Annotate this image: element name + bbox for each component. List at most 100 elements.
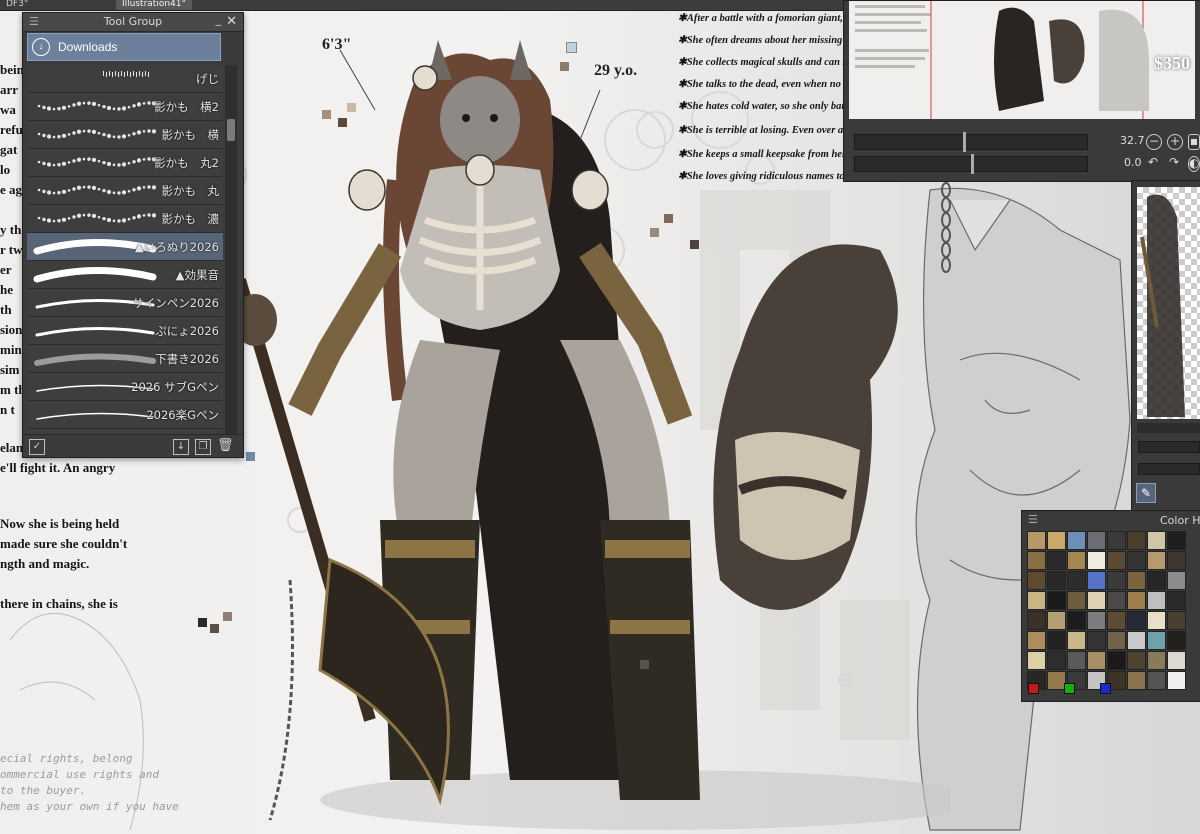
zoom-in-icon[interactable]: + [1167,134,1183,150]
zoom-out-icon[interactable]: − [1146,134,1162,150]
eyedropper-icon[interactable]: ✎ [1136,483,1156,503]
color-swatch[interactable] [1127,671,1146,690]
color-swatch[interactable] [1167,631,1186,650]
color-swatch[interactable] [1107,591,1126,610]
minimize-icon[interactable]: _ [216,11,222,29]
zoom-slider[interactable] [854,132,1088,152]
color-swatch[interactable] [1047,551,1066,570]
tab-df3[interactable]: DF3° [0,0,34,10]
color-swatch[interactable] [1047,571,1066,590]
rotate-slider[interactable] [854,154,1088,174]
rotate-left-icon[interactable]: ↶ [1146,156,1160,170]
color-swatch[interactable] [1127,631,1146,650]
rotate-right-icon[interactable]: ↷ [1167,156,1181,170]
brush-list-scrollbar[interactable] [225,65,237,443]
color-swatch[interactable] [1147,651,1166,670]
color-swatch[interactable] [1167,651,1186,670]
fit-icon[interactable]: ▪ [1188,134,1200,150]
brush-item[interactable]: ぷにょ2026 [27,317,223,345]
brush-item[interactable]: 2026 サブGペン [27,373,223,401]
color-swatch[interactable] [1067,611,1086,630]
color-swatch[interactable] [1027,531,1046,550]
color-swatch[interactable] [1127,571,1146,590]
checkbox-icon[interactable]: ✓ [29,439,45,455]
color-swatch[interactable] [1107,551,1126,570]
color-swatch[interactable] [1147,611,1166,630]
downloads-group[interactable]: ↓ Downloads [27,33,221,61]
color-swatch[interactable] [1147,531,1166,550]
green-swatch[interactable] [1064,683,1075,694]
color-swatch[interactable] [1107,651,1126,670]
color-swatch[interactable] [1087,551,1106,570]
brush-item[interactable]: 下書き2026 [27,345,223,373]
close-icon[interactable]: ✕ [226,13,237,31]
layer-scrollbar[interactable] [1137,423,1200,433]
color-swatch[interactable] [1167,571,1186,590]
brush-item[interactable]: ▲効果音 [27,261,223,289]
grip-icon[interactable]: ☰ [1028,513,1038,526]
color-swatch[interactable] [1107,611,1126,630]
tab-illustration41[interactable]: Illustration41° [116,0,192,10]
blue-swatch[interactable] [1100,683,1111,694]
color-swatch[interactable] [1047,591,1066,610]
color-swatch[interactable] [1067,591,1086,610]
color-swatch[interactable] [1147,571,1166,590]
reset-rotation-icon[interactable]: ◐ [1188,156,1200,172]
color-swatch[interactable] [1027,631,1046,650]
trash-icon[interactable]: 🗑 [217,439,234,453]
color-swatch[interactable] [1087,611,1106,630]
color-swatch[interactable] [1127,531,1146,550]
color-swatch[interactable] [1087,591,1106,610]
color-swatch[interactable] [1047,611,1066,630]
color-swatch[interactable] [1087,571,1106,590]
duplicate-icon[interactable]: ❐ [195,439,211,455]
color-swatch[interactable] [1107,531,1126,550]
brush-item[interactable]: ▲いろぬり2026 [27,233,223,261]
grip-icon[interactable]: ☰ [29,13,39,31]
navigator-preview[interactable]: $350 [849,1,1195,119]
scrollbar-thumb[interactable] [227,119,235,141]
color-swatch[interactable] [1087,651,1106,670]
color-swatch[interactable] [1107,571,1126,590]
color-swatch[interactable] [1047,531,1066,550]
brush-item[interactable]: 影かも 横 [27,121,223,149]
color-swatch[interactable] [1067,631,1086,650]
color-swatch[interactable] [1107,631,1126,650]
color-swatch[interactable] [1167,591,1186,610]
color-swatch[interactable] [1087,531,1106,550]
brush-item[interactable]: 影かも 丸 [27,177,223,205]
color-swatch[interactable] [1127,591,1146,610]
layer-thumbnail[interactable] [1137,187,1200,419]
color-swatch[interactable] [1027,591,1046,610]
color-swatch[interactable] [1147,551,1166,570]
color-swatch[interactable] [1167,671,1186,690]
color-swatch[interactable] [1067,551,1086,570]
brush-item[interactable]: 影かも 濃 [27,205,223,233]
brush-item[interactable]: 影かも 横2 [27,93,223,121]
panel-title-bar[interactable]: ☰ Tool Group _ ✕ [23,13,243,32]
brush-item[interactable]: 2026楽Gペン [27,401,223,429]
color-swatch[interactable] [1147,631,1166,650]
color-swatch[interactable] [1167,611,1186,630]
color-swatch[interactable] [1067,651,1086,670]
color-swatch[interactable] [1027,651,1046,670]
opacity-slider[interactable] [1138,441,1200,453]
color-swatch[interactable] [1027,611,1046,630]
brush-item[interactable]: 影かも 丸2 [27,149,223,177]
brush-item[interactable]: げじ [27,65,223,93]
color-swatch[interactable] [1067,571,1086,590]
download-icon[interactable]: ↓ [173,439,189,455]
red-swatch[interactable] [1028,683,1039,694]
color-swatch[interactable] [1047,631,1066,650]
color-swatch[interactable] [1167,531,1186,550]
color-swatch[interactable] [1147,671,1166,690]
color-swatch[interactable] [1027,571,1046,590]
color-swatch[interactable] [1067,531,1086,550]
color-swatch[interactable] [1127,611,1146,630]
color-swatch[interactable] [1047,651,1066,670]
slider-knob[interactable] [971,154,974,174]
color-swatch[interactable] [1087,631,1106,650]
color-swatch[interactable] [1127,651,1146,670]
slider-knob[interactable] [963,132,966,152]
color-swatch[interactable] [1027,551,1046,570]
